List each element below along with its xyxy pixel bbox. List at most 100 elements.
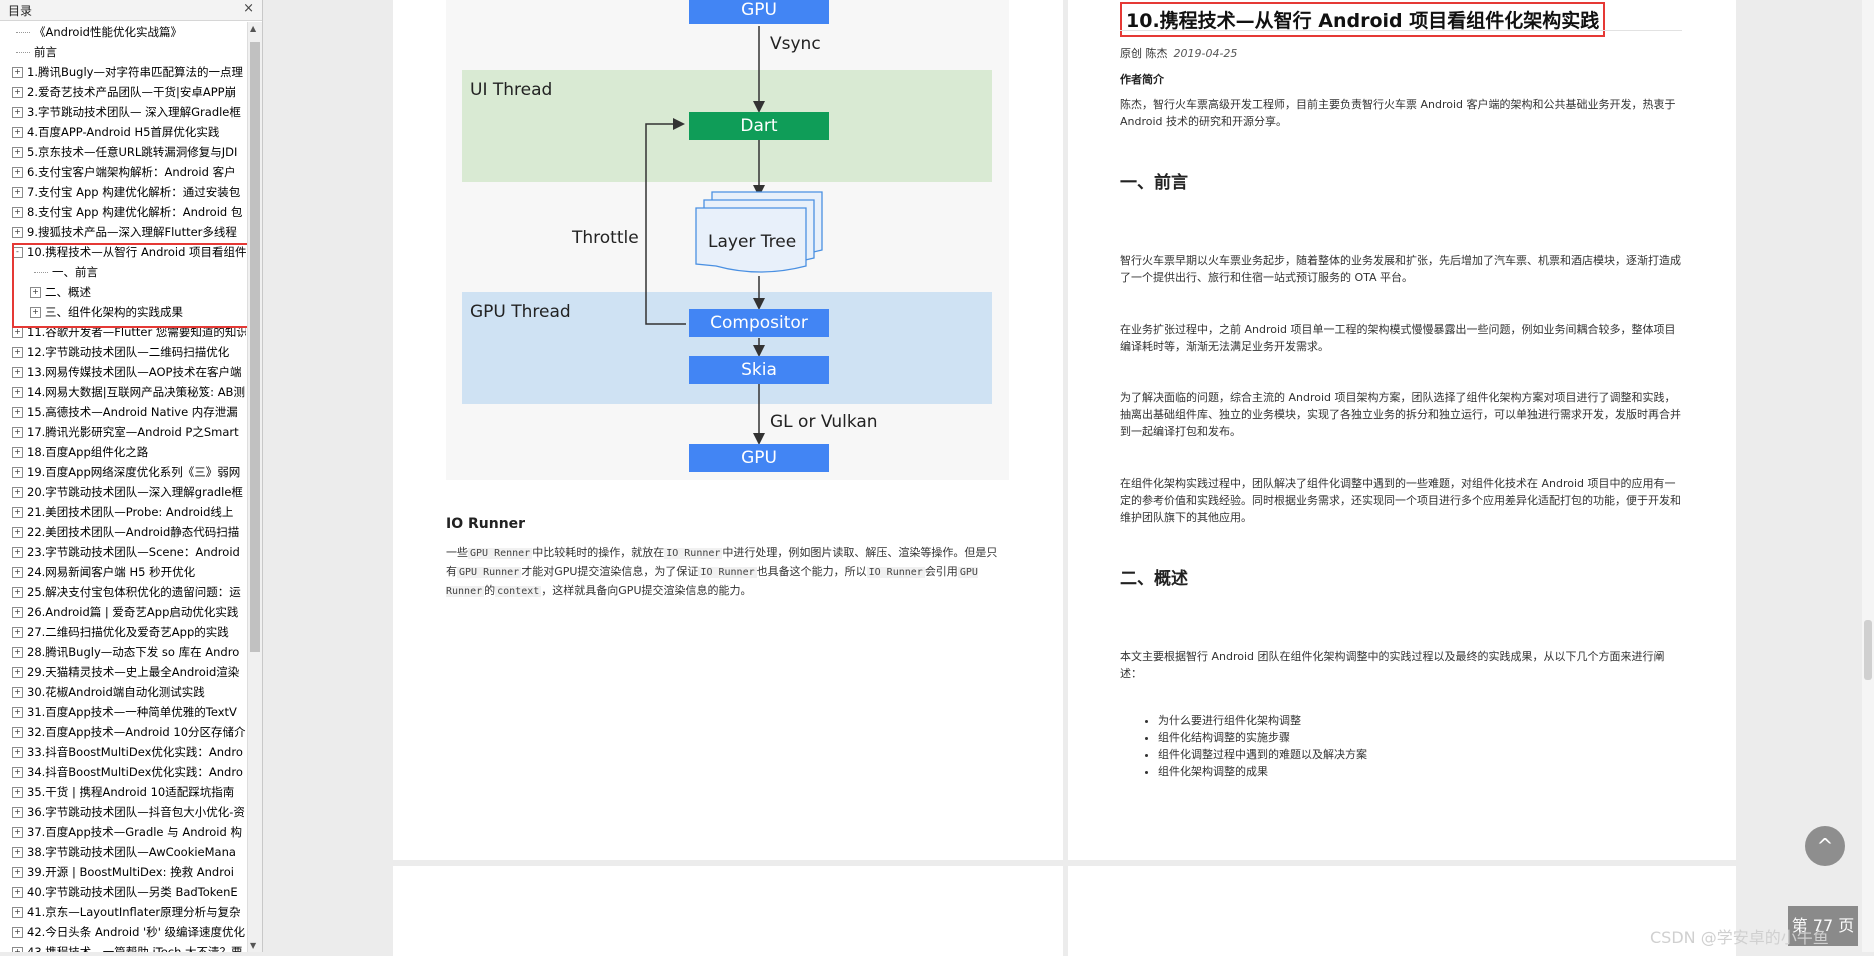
expand-icon[interactable]: + (12, 467, 23, 478)
expand-icon[interactable]: + (12, 547, 23, 558)
tree-connector (34, 271, 48, 274)
toc-item[interactable]: +41.京东—LayoutInflater原理分析与复杂 (0, 902, 246, 922)
toc-item[interactable]: + 二、概述 (0, 282, 246, 302)
expand-icon[interactable]: + (12, 907, 23, 918)
toc-item[interactable]: +39.开源 | BoostMultiDex: 挽救 Androi (0, 862, 246, 882)
toc-item[interactable]: +14.网易大数据|互联网产品决策秘笈: AB测 (0, 382, 246, 402)
toc-item[interactable]: 一、前言 (0, 262, 246, 282)
expand-icon[interactable]: + (12, 407, 23, 418)
expand-icon[interactable]: + (30, 307, 41, 318)
expand-icon[interactable]: + (12, 607, 23, 618)
toc-item[interactable]: +38.字节跳动技术团队—AwCookieMana (0, 842, 246, 862)
expand-icon[interactable]: + (12, 747, 23, 758)
sidebar-scroll-thumb[interactable] (250, 42, 260, 652)
main-scrollbar[interactable] (1862, 0, 1874, 952)
expand-icon[interactable]: + (12, 167, 23, 178)
expand-icon[interactable]: + (12, 687, 23, 698)
scroll-up-icon[interactable]: ▲ (250, 24, 256, 33)
toc-item[interactable]: +36.字节跳动技术团队—抖音包大小优化-资 (0, 802, 246, 822)
toc-item[interactable]: +18.百度App组件化之路 (0, 442, 246, 462)
expand-icon[interactable]: + (12, 507, 23, 518)
collapse-icon[interactable]: - (12, 247, 23, 258)
toc-item[interactable]: -10.携程技术—从智行 Android 项目看组件 (0, 242, 246, 262)
expand-icon[interactable]: + (12, 807, 23, 818)
toc-item[interactable]: +32.百度App技术—Android 10分区存储介 (0, 722, 246, 742)
toc-item[interactable]: +8.支付宝 App 构建优化解析：Android 包 (0, 202, 246, 222)
toc-item[interactable]: +28.腾讯Bugly—动态下发 so 库在 Andro (0, 642, 246, 662)
expand-icon[interactable]: + (12, 827, 23, 838)
scroll-down-icon[interactable]: ▼ (250, 941, 256, 950)
toc-item[interactable]: +15.高德技术—Android Native 内存泄漏 (0, 402, 246, 422)
expand-icon[interactable]: + (12, 847, 23, 858)
toc-item[interactable]: +2.爱奇艺技术产品团队—干货|安卓APP崩 (0, 82, 246, 102)
toc-item[interactable]: +19.百度App网络深度优化系列《三》弱网 (0, 462, 246, 482)
toc-item[interactable]: +31.百度App技术—一种简单优雅的TextV (0, 702, 246, 722)
expand-icon[interactable]: + (12, 127, 23, 138)
expand-icon[interactable]: + (12, 207, 23, 218)
expand-icon[interactable]: + (12, 587, 23, 598)
toc-item[interactable]: +37.百度App技术—Gradle 与 Android 构 (0, 822, 246, 842)
expand-icon[interactable]: + (12, 787, 23, 798)
expand-icon[interactable]: + (12, 227, 23, 238)
expand-icon[interactable]: + (12, 947, 23, 952)
toc-item[interactable]: +22.美团技术团队—Android静态代码扫描 (0, 522, 246, 542)
expand-icon[interactable]: + (12, 447, 23, 458)
toc-item[interactable]: +27.二维码扫描优化及爱奇艺App的实践 (0, 622, 246, 642)
toc-item[interactable]: +6.支付宝客户端架构解析：Android 客户 (0, 162, 246, 182)
toc-item[interactable]: +33.抖音BoostMultiDex优化实践：Andro (0, 742, 246, 762)
toc-item[interactable]: +25.解决支付宝包体积优化的遗留问题：运 (0, 582, 246, 602)
toc-item[interactable]: +5.京东技术—任意URL跳转漏洞修复与JDI (0, 142, 246, 162)
toc-item[interactable]: +3.字节跳动技术团队— 深入理解Gradle框 (0, 102, 246, 122)
expand-icon[interactable]: + (12, 707, 23, 718)
toc-item[interactable]: +4.百度APP-Android H5首屏优化实践 (0, 122, 246, 142)
expand-icon[interactable]: + (12, 527, 23, 538)
expand-icon[interactable]: + (12, 367, 23, 378)
expand-icon[interactable]: + (30, 287, 41, 298)
toc-item[interactable]: +9.搜狐技术产品—深入理解Flutter多线程 (0, 222, 246, 242)
toc-item[interactable]: +34.抖音BoostMultiDex优化实践：Andro (0, 762, 246, 782)
expand-icon[interactable]: + (12, 147, 23, 158)
expand-icon[interactable]: + (12, 767, 23, 778)
toc-item[interactable]: +30.花椒Android端自动化测试实践 (0, 682, 246, 702)
expand-icon[interactable]: + (12, 487, 23, 498)
toc-item[interactable]: +24.网易新闻客户端 H5 秒开优化 (0, 562, 246, 582)
expand-icon[interactable]: + (12, 327, 23, 338)
expand-icon[interactable]: + (12, 187, 23, 198)
toc-item[interactable]: +13.网易传媒技术团队—AOP技术在客户端 (0, 362, 246, 382)
toc-item[interactable]: +42.今日头条 Android '秒' 级编译速度优化 (0, 922, 246, 942)
toc-item[interactable]: +40.字节跳动技术团队—另类 BadTokenE (0, 882, 246, 902)
expand-icon[interactable]: + (12, 867, 23, 878)
expand-icon[interactable]: + (12, 347, 23, 358)
toc-item[interactable]: 前言 (0, 42, 246, 62)
expand-icon[interactable]: + (12, 427, 23, 438)
toc-item[interactable]: +1.腾讯Bugly—对字符串匹配算法的一点理 (0, 62, 246, 82)
expand-icon[interactable]: + (12, 627, 23, 638)
expand-icon[interactable]: + (12, 927, 23, 938)
expand-icon[interactable]: + (12, 67, 23, 78)
toc-item[interactable]: +23.字节跳动技术团队—Scene：Android (0, 542, 246, 562)
expand-icon[interactable]: + (12, 87, 23, 98)
toc-item[interactable]: +7.支付宝 App 构建优化解析：通过安装包 (0, 182, 246, 202)
expand-icon[interactable]: + (12, 727, 23, 738)
expand-icon[interactable]: + (12, 667, 23, 678)
main-scroll-thumb[interactable] (1864, 620, 1872, 680)
expand-icon[interactable]: + (12, 887, 23, 898)
expand-icon[interactable]: + (12, 387, 23, 398)
expand-icon[interactable]: + (12, 567, 23, 578)
toc-item[interactable]: +11.谷歌开发者—Flutter 您需要知道的知识 (0, 322, 246, 342)
toc-item[interactable]: 《Android性能优化实战篇》 (0, 22, 246, 42)
sidebar-scrollbar[interactable]: ▲ ▼ (247, 22, 262, 952)
toc-item[interactable]: +21.美团技术团队—Probe: Android线上 (0, 502, 246, 522)
toc-item[interactable]: +29.天猫精灵技术—史上最全Android渲染 (0, 662, 246, 682)
toc-item[interactable]: +12.字节跳动技术团队—二维码扫描优化 (0, 342, 246, 362)
expand-icon[interactable]: + (12, 107, 23, 118)
close-icon[interactable]: × (243, 1, 254, 16)
back-to-top-icon[interactable]: ^ (1805, 826, 1845, 866)
toc-item[interactable]: +17.腾讯光影研究室—Android P之Smart (0, 422, 246, 442)
expand-icon[interactable]: + (12, 647, 23, 658)
toc-item[interactable]: +43.携程技术—一篇帮助 iTech 大不清？要 (0, 942, 246, 952)
toc-item[interactable]: +20.字节跳动技术团队—深入理解gradle框 (0, 482, 246, 502)
toc-item[interactable]: +26.Android篇 | 爱奇艺App启动优化实践 (0, 602, 246, 622)
toc-item[interactable]: +35.干货 | 携程Android 10适配踩坑指南 (0, 782, 246, 802)
toc-item[interactable]: + 三、组件化架构的实践成果 (0, 302, 246, 322)
